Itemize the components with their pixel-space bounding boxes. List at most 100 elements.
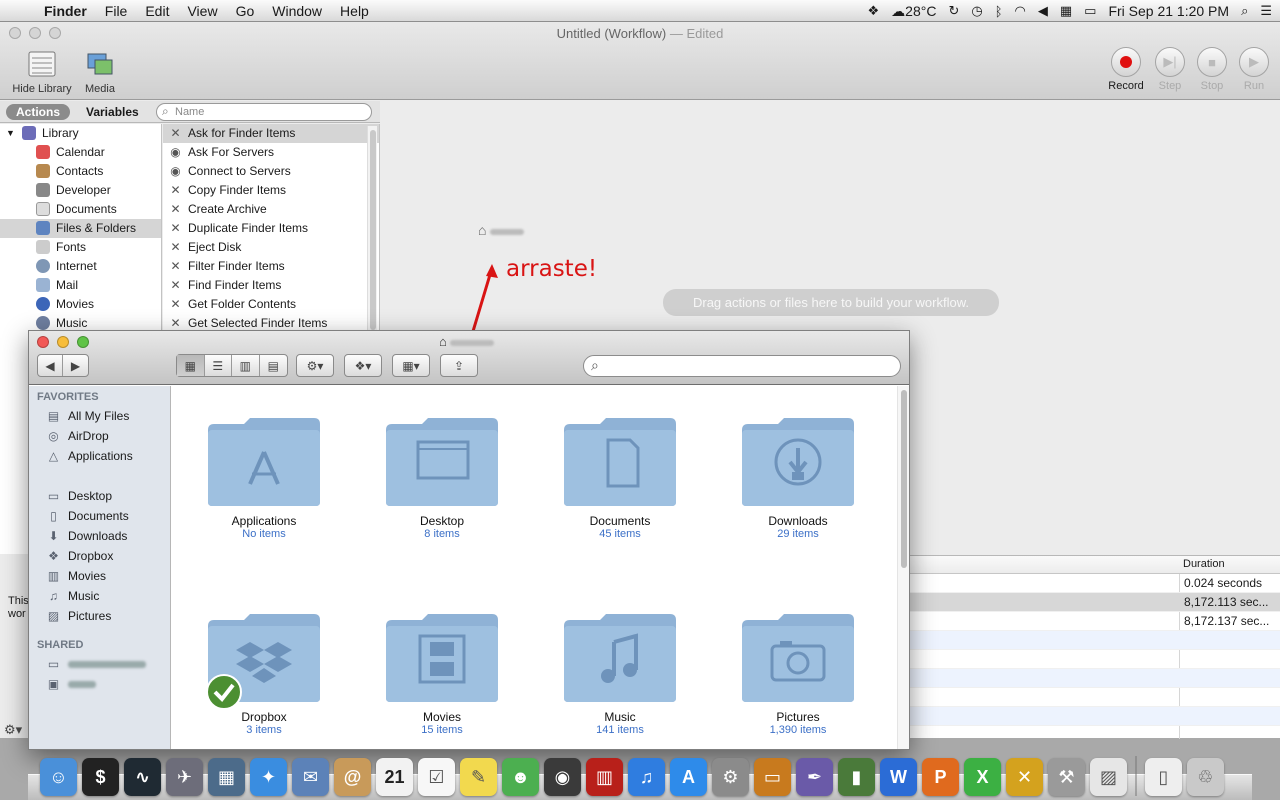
- action-item[interactable]: ◉ Connect to Servers: [163, 162, 379, 181]
- action-item[interactable]: ✕ Filter Finder Items: [163, 257, 379, 276]
- notification-center-icon[interactable]: ☰: [1260, 3, 1272, 19]
- close-button[interactable]: [37, 336, 49, 348]
- itunes-icon[interactable]: ♫: [628, 758, 665, 796]
- wifi-icon[interactable]: ◠: [1015, 3, 1026, 19]
- menu-app-name[interactable]: Finder: [40, 3, 96, 19]
- dragged-home-folder[interactable]: ⌂: [478, 222, 525, 238]
- sidebar-item-music[interactable]: ♫ Music: [29, 586, 170, 606]
- menu-window[interactable]: Window: [263, 3, 331, 19]
- record-button[interactable]: Record: [1103, 47, 1149, 92]
- flag-icon[interactable]: ▦: [1060, 3, 1072, 19]
- coverflow-view-button[interactable]: ▤: [260, 355, 287, 376]
- sidebar-item-dropbox[interactable]: ❖ Dropbox: [29, 546, 170, 566]
- media-button[interactable]: Media: [82, 50, 118, 95]
- hide-library-button[interactable]: Hide Library: [8, 50, 76, 95]
- folder-item[interactable]: Movies 15 items: [354, 608, 530, 736]
- log-header[interactable]: Duration: [910, 556, 1280, 574]
- photo-booth-icon[interactable]: ▥: [586, 758, 623, 796]
- clock-text[interactable]: Fri Sep 21 1:20 PM: [1108, 3, 1229, 19]
- menu-help[interactable]: Help: [331, 3, 378, 19]
- action-item[interactable]: ◉ Ask For Servers: [163, 143, 379, 162]
- system-preferences-icon[interactable]: ⚙: [712, 758, 749, 796]
- action-item[interactable]: ✕ Get Folder Contents: [163, 295, 379, 314]
- tab-variables[interactable]: Variables: [76, 104, 149, 120]
- sidebar-item-airdrop[interactable]: ◎ AirDrop: [29, 426, 170, 446]
- category-mail[interactable]: Mail: [0, 276, 161, 295]
- automator-icon[interactable]: ⚒: [1048, 758, 1085, 796]
- excel-icon[interactable]: X: [964, 758, 1001, 796]
- finder-search-input[interactable]: [583, 355, 901, 377]
- library-search-input[interactable]: Name: [156, 103, 372, 121]
- document-stack-icon[interactable]: ▯: [1145, 758, 1182, 796]
- sidebar-item-documents[interactable]: ▯ Documents: [29, 506, 170, 526]
- sidebar-item-shared-computer[interactable]: ▭: [29, 654, 170, 674]
- action-menu-button[interactable]: ⚙▾: [296, 354, 334, 377]
- folder-item[interactable]: Dropbox 3 items: [176, 608, 352, 736]
- folder-item[interactable]: Downloads 29 items: [710, 412, 886, 540]
- weather-status[interactable]: ☁28°C: [891, 3, 936, 20]
- share-button[interactable]: ⇪: [440, 354, 478, 377]
- bluetooth-icon[interactable]: ᛒ: [995, 4, 1003, 19]
- scripting-icon[interactable]: ✒: [796, 758, 833, 796]
- gear-icon[interactable]: ⚙▾: [4, 722, 22, 738]
- icon-view-button[interactable]: ▦: [177, 355, 205, 376]
- list-view-button[interactable]: ☰: [205, 355, 232, 376]
- action-item[interactable]: ✕ Create Archive: [163, 200, 379, 219]
- library-scrollbar[interactable]: [367, 126, 377, 346]
- notes-icon[interactable]: ✎: [460, 758, 497, 796]
- utility-icon[interactable]: ▨: [1090, 758, 1127, 796]
- tab-actions[interactable]: Actions: [6, 104, 71, 120]
- category-internet[interactable]: Internet: [0, 257, 161, 276]
- folder-item[interactable]: Music 141 items: [532, 608, 708, 736]
- folder-item[interactable]: Desktop 8 items: [354, 412, 530, 540]
- category-fonts[interactable]: Fonts: [0, 238, 161, 257]
- action-item[interactable]: ✕ Find Finder Items: [163, 276, 379, 295]
- disclosure-triangle-icon[interactable]: ▼: [6, 124, 15, 143]
- sidebar-item-all-my-files[interactable]: ▤ All My Files: [29, 406, 170, 426]
- word-icon[interactable]: W: [880, 758, 917, 796]
- app-store-alt-icon[interactable]: ▦: [208, 758, 245, 796]
- category-calendar[interactable]: Calendar: [0, 143, 161, 162]
- dropbox-menu-button[interactable]: ❖▾: [344, 354, 382, 377]
- keynote-icon[interactable]: ▭: [754, 758, 791, 796]
- finder-icon[interactable]: ☺: [40, 758, 77, 796]
- sidebar-item-desktop[interactable]: ▭ Desktop: [29, 486, 170, 506]
- finder-scrollbar[interactable]: [897, 386, 909, 749]
- menu-file[interactable]: File: [96, 3, 137, 19]
- category-contacts[interactable]: Contacts: [0, 162, 161, 181]
- time-machine-icon[interactable]: ◷: [971, 3, 982, 19]
- messages-icon[interactable]: ☻: [502, 758, 539, 796]
- sync-icon[interactable]: ↻: [948, 3, 959, 19]
- dropbox-status-icon[interactable]: ❖: [868, 3, 880, 19]
- action-item[interactable]: ✕ Eject Disk: [163, 238, 379, 257]
- sidebar-item-downloads[interactable]: ⬇ Downloads: [29, 526, 170, 546]
- forward-button[interactable]: ▶: [63, 355, 88, 376]
- action-item[interactable]: ✕ Copy Finder Items: [163, 181, 379, 200]
- xcode-tool-icon[interactable]: ✕: [1006, 758, 1043, 796]
- calendar-icon[interactable]: 21: [376, 758, 413, 796]
- table-row[interactable]: 8,172.137 sec...: [910, 612, 1280, 631]
- trash-icon[interactable]: ♲: [1187, 758, 1224, 796]
- minimize-button[interactable]: [57, 336, 69, 348]
- volume-icon[interactable]: ◀: [1038, 3, 1048, 19]
- zoom-button[interactable]: [77, 336, 89, 348]
- folder-item[interactable]: Pictures 1,390 items: [710, 608, 886, 736]
- step-button[interactable]: ▶| Step: [1147, 47, 1193, 92]
- launchpad-icon[interactable]: ✈: [166, 758, 203, 796]
- numbers-icon[interactable]: ▮: [838, 758, 875, 796]
- battery-icon[interactable]: ▭: [1084, 3, 1096, 19]
- powerpoint-icon[interactable]: P: [922, 758, 959, 796]
- table-row[interactable]: 0.024 seconds: [910, 574, 1280, 593]
- scroll-thumb[interactable]: [901, 390, 907, 568]
- back-button[interactable]: ◀: [38, 355, 64, 376]
- category-developer[interactable]: Developer: [0, 181, 161, 200]
- scroll-thumb[interactable]: [370, 130, 376, 330]
- sidebar-item-pictures[interactable]: ▨ Pictures: [29, 606, 170, 626]
- sidebar-item-shared-computer[interactable]: ▣: [29, 674, 170, 694]
- run-button[interactable]: ▶ Run: [1231, 47, 1277, 92]
- menu-view[interactable]: View: [178, 3, 226, 19]
- action-item[interactable]: ✕ Ask for Finder Items: [163, 124, 379, 143]
- action-item[interactable]: ✕ Duplicate Finder Items: [163, 219, 379, 238]
- sidebar-item-movies[interactable]: ▥ Movies: [29, 566, 170, 586]
- category-files-folders[interactable]: Files & Folders: [0, 219, 161, 238]
